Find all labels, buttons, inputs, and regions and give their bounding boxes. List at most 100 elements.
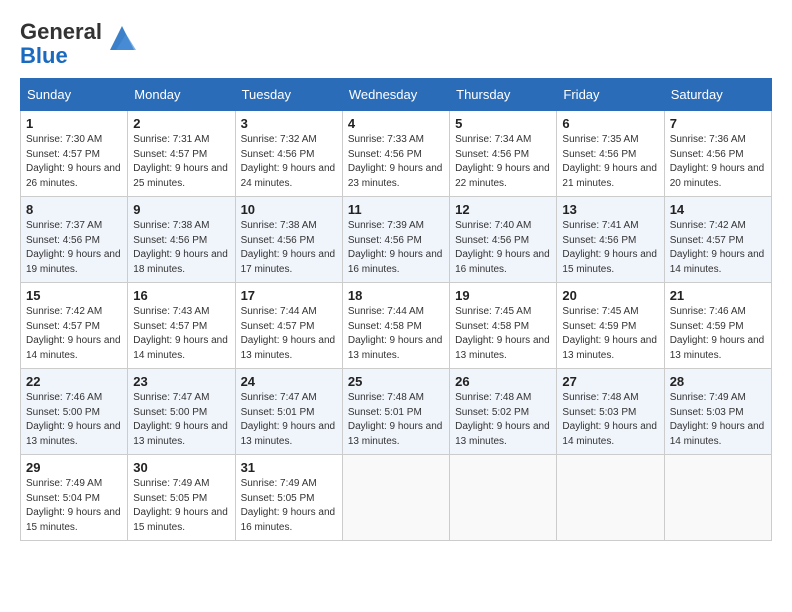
col-header-saturday: Saturday — [664, 79, 771, 111]
calendar-cell: 16 Sunrise: 7:43 AMSunset: 4:57 PMDayligh… — [128, 283, 235, 369]
day-number: 17 — [241, 288, 337, 303]
calendar-cell: 26 Sunrise: 7:48 AMSunset: 5:02 PMDayligh… — [450, 369, 557, 455]
day-info: Sunrise: 7:48 AMSunset: 5:02 PMDaylight:… — [455, 391, 551, 449]
day-info: Sunrise: 7:48 AMSunset: 5:03 PMDaylight:… — [562, 391, 658, 449]
logo-general: General — [20, 19, 102, 44]
day-number: 22 — [26, 374, 122, 389]
day-info: Sunrise: 7:42 AMSunset: 4:57 PMDaylight:… — [670, 219, 766, 277]
calendar-cell: 20 Sunrise: 7:45 AMSunset: 4:59 PMDayligh… — [557, 283, 664, 369]
calendar-cell: 25 Sunrise: 7:48 AMSunset: 5:01 PMDayligh… — [342, 369, 449, 455]
calendar-cell: 24 Sunrise: 7:47 AMSunset: 5:01 PMDayligh… — [235, 369, 342, 455]
day-number: 5 — [455, 116, 551, 131]
calendar-cell: 27Sunrise: 7:48 AMSunset: 5:03 PMDayligh… — [557, 369, 664, 455]
day-info: Sunrise: 7:47 AMSunset: 5:00 PMDaylight:… — [133, 391, 229, 449]
logo: General Blue — [20, 20, 138, 68]
col-header-sunday: Sunday — [21, 79, 128, 111]
day-number: 25 — [348, 374, 444, 389]
day-info: Sunrise: 7:30 AMSunset: 4:57 PMDaylight:… — [26, 133, 122, 191]
col-header-tuesday: Tuesday — [235, 79, 342, 111]
calendar-cell: 3 Sunrise: 7:32 AMSunset: 4:56 PMDaylight… — [235, 111, 342, 197]
day-number: 23 — [133, 374, 229, 389]
day-number: 14 — [670, 202, 766, 217]
day-number: 15 — [26, 288, 122, 303]
day-info: Sunrise: 7:46 AMSunset: 5:00 PMDaylight:… — [26, 391, 122, 449]
day-number: 7 — [670, 116, 766, 131]
day-info: Sunrise: 7:47 AMSunset: 5:01 PMDaylight:… — [241, 391, 337, 449]
col-header-monday: Monday — [128, 79, 235, 111]
day-number: 19 — [455, 288, 551, 303]
day-info: Sunrise: 7:36 AMSunset: 4:56 PMDaylight:… — [670, 133, 766, 191]
day-info: Sunrise: 7:32 AMSunset: 4:56 PMDaylight:… — [241, 133, 337, 191]
calendar-week-row: 29 Sunrise: 7:49 AMSunset: 5:04 PMDayligh… — [21, 455, 772, 541]
calendar-cell: 5 Sunrise: 7:34 AMSunset: 4:56 PMDaylight… — [450, 111, 557, 197]
calendar-cell: 13 Sunrise: 7:41 AMSunset: 4:56 PMDayligh… — [557, 197, 664, 283]
day-info: Sunrise: 7:31 AMSunset: 4:57 PMDaylight:… — [133, 133, 229, 191]
calendar-cell: 9 Sunrise: 7:38 AMSunset: 4:56 PMDaylight… — [128, 197, 235, 283]
calendar-cell: 4 Sunrise: 7:33 AMSunset: 4:56 PMDaylight… — [342, 111, 449, 197]
calendar-cell: 1 Sunrise: 7:30 AMSunset: 4:57 PMDaylight… — [21, 111, 128, 197]
calendar-cell: 11Sunrise: 7:39 AMSunset: 4:56 PMDayligh… — [342, 197, 449, 283]
logo-blue: Blue — [20, 43, 68, 68]
day-number: 12 — [455, 202, 551, 217]
day-info: Sunrise: 7:46 AMSunset: 4:59 PMDaylight:… — [670, 305, 766, 363]
calendar-week-row: 8 Sunrise: 7:37 AMSunset: 4:56 PMDaylight… — [21, 197, 772, 283]
calendar-cell: 17 Sunrise: 7:44 AMSunset: 4:57 PMDayligh… — [235, 283, 342, 369]
day-number: 3 — [241, 116, 337, 131]
page-header: General Blue — [20, 20, 772, 68]
calendar-cell: 6Sunrise: 7:35 AMSunset: 4:56 PMDaylight… — [557, 111, 664, 197]
calendar-cell: 21 Sunrise: 7:46 AMSunset: 4:59 PMDayligh… — [664, 283, 771, 369]
day-info: Sunrise: 7:35 AMSunset: 4:56 PMDaylight:… — [562, 133, 658, 191]
calendar-cell: 22 Sunrise: 7:46 AMSunset: 5:00 PMDayligh… — [21, 369, 128, 455]
calendar-cell: 29 Sunrise: 7:49 AMSunset: 5:04 PMDayligh… — [21, 455, 128, 541]
day-number: 20 — [562, 288, 658, 303]
calendar-cell: 7 Sunrise: 7:36 AMSunset: 4:56 PMDaylight… — [664, 111, 771, 197]
day-info: Sunrise: 7:49 AMSunset: 5:04 PMDaylight:… — [26, 477, 122, 535]
calendar-cell — [342, 455, 449, 541]
calendar-table: SundayMondayTuesdayWednesdayThursdayFrid… — [20, 78, 772, 541]
day-number: 24 — [241, 374, 337, 389]
col-header-wednesday: Wednesday — [342, 79, 449, 111]
day-number: 1 — [26, 116, 122, 131]
day-number: 8 — [26, 202, 122, 217]
day-info: Sunrise: 7:37 AMSunset: 4:56 PMDaylight:… — [26, 219, 122, 277]
day-info: Sunrise: 7:42 AMSunset: 4:57 PMDaylight:… — [26, 305, 122, 363]
day-info: Sunrise: 7:44 AMSunset: 4:58 PMDaylight:… — [348, 305, 444, 363]
day-info: Sunrise: 7:45 AMSunset: 4:59 PMDaylight:… — [562, 305, 658, 363]
day-info: Sunrise: 7:38 AMSunset: 4:56 PMDaylight:… — [133, 219, 229, 277]
calendar-cell: 8 Sunrise: 7:37 AMSunset: 4:56 PMDaylight… — [21, 197, 128, 283]
calendar-cell: 15 Sunrise: 7:42 AMSunset: 4:57 PMDayligh… — [21, 283, 128, 369]
day-number: 29 — [26, 460, 122, 475]
day-number: 28 — [670, 374, 766, 389]
day-number: 16 — [133, 288, 229, 303]
day-number: 11 — [348, 202, 444, 217]
day-number: 2 — [133, 116, 229, 131]
logo-icon — [106, 22, 138, 54]
day-info: Sunrise: 7:38 AMSunset: 4:56 PMDaylight:… — [241, 219, 337, 277]
day-number: 13 — [562, 202, 658, 217]
calendar-week-row: 22 Sunrise: 7:46 AMSunset: 5:00 PMDayligh… — [21, 369, 772, 455]
day-info: Sunrise: 7:48 AMSunset: 5:01 PMDaylight:… — [348, 391, 444, 449]
day-info: Sunrise: 7:34 AMSunset: 4:56 PMDaylight:… — [455, 133, 551, 191]
day-info: Sunrise: 7:49 AMSunset: 5:05 PMDaylight:… — [133, 477, 229, 535]
day-number: 26 — [455, 374, 551, 389]
day-number: 31 — [241, 460, 337, 475]
day-info: Sunrise: 7:41 AMSunset: 4:56 PMDaylight:… — [562, 219, 658, 277]
col-header-friday: Friday — [557, 79, 664, 111]
day-number: 9 — [133, 202, 229, 217]
day-info: Sunrise: 7:33 AMSunset: 4:56 PMDaylight:… — [348, 133, 444, 191]
day-number: 18 — [348, 288, 444, 303]
day-number: 30 — [133, 460, 229, 475]
calendar-cell: 12Sunrise: 7:40 AMSunset: 4:56 PMDayligh… — [450, 197, 557, 283]
day-number: 4 — [348, 116, 444, 131]
day-number: 10 — [241, 202, 337, 217]
day-info: Sunrise: 7:43 AMSunset: 4:57 PMDaylight:… — [133, 305, 229, 363]
calendar-header-row: SundayMondayTuesdayWednesdayThursdayFrid… — [21, 79, 772, 111]
day-number: 21 — [670, 288, 766, 303]
calendar-cell: 18 Sunrise: 7:44 AMSunset: 4:58 PMDayligh… — [342, 283, 449, 369]
calendar-cell: 28Sunrise: 7:49 AMSunset: 5:03 PMDayligh… — [664, 369, 771, 455]
day-info: Sunrise: 7:44 AMSunset: 4:57 PMDaylight:… — [241, 305, 337, 363]
col-header-thursday: Thursday — [450, 79, 557, 111]
calendar-cell: 2 Sunrise: 7:31 AMSunset: 4:57 PMDaylight… — [128, 111, 235, 197]
calendar-cell: 30 Sunrise: 7:49 AMSunset: 5:05 PMDayligh… — [128, 455, 235, 541]
calendar-cell: 31Sunrise: 7:49 AMSunset: 5:05 PMDayligh… — [235, 455, 342, 541]
